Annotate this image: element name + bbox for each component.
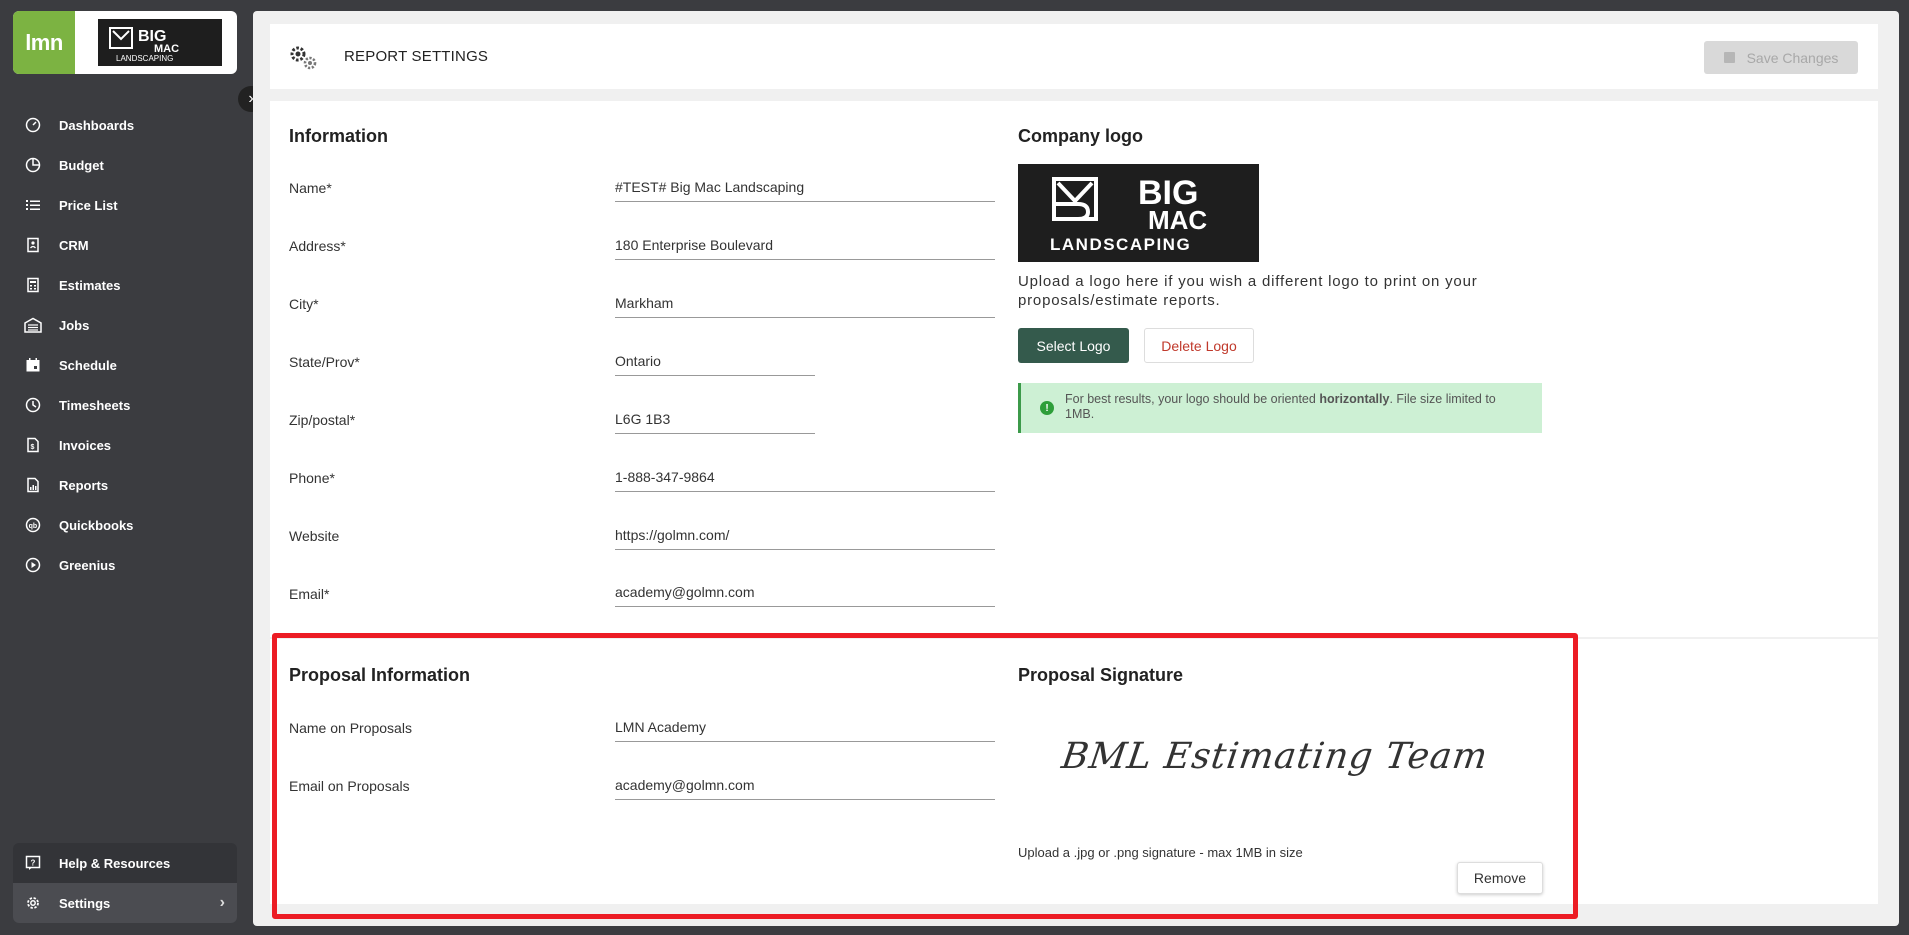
calculator-icon (24, 276, 42, 294)
phone-field[interactable]: 1-888-347-9864 (615, 469, 995, 492)
sidebar: lmn BIG MAC LANDSCAPING › Dashboards Bud… (0, 0, 264, 935)
logo-upload-instructions: Upload a logo here if you wish a differe… (1018, 273, 1478, 309)
sidebar-item-label: Invoices (59, 437, 112, 453)
proposal-information-title: Proposal Information (289, 665, 471, 685)
sidebar-item-estimates[interactable]: Estimates (0, 265, 253, 305)
sidebar-item-label: Timesheets (59, 397, 131, 413)
svg-text:?: ? (31, 859, 36, 868)
sidebar-item-label: Budget (59, 157, 104, 173)
logo-notice-text: For best results, your logo should be or… (1065, 392, 1505, 422)
address-field[interactable]: 180 Enterprise Boulevard (615, 237, 995, 260)
company-logo-small-line3: LANDSCAPING (116, 54, 173, 63)
sidebar-item-budget[interactable]: Budget (0, 145, 253, 185)
sidebar-item-label: Settings (59, 895, 111, 911)
sidebar-item-label: Dashboards (59, 117, 135, 133)
clock-icon (24, 396, 42, 414)
signature-image: BML Estimating Team (1059, 736, 1491, 777)
sidebar-item-label: Estimates (59, 277, 121, 293)
section-divider (270, 637, 1878, 639)
information-title: Information (289, 126, 388, 146)
sidebar-item-settings[interactable]: Settings › (13, 883, 237, 923)
sidebar-item-label: Price List (59, 197, 118, 213)
sidebar-bottom-nav: ? Help & Resources Settings › (13, 843, 237, 923)
svg-text:qb: qb (29, 523, 38, 530)
website-label: Website (289, 528, 340, 544)
dashboard-icon (24, 116, 42, 134)
email-on-proposals-label: Email on Proposals (289, 778, 410, 794)
logo-box: lmn BIG MAC LANDSCAPING (13, 11, 237, 74)
page-title: REPORT SETTINGS (344, 48, 489, 65)
phone-label: Phone* (289, 470, 335, 486)
contacts-icon (24, 236, 42, 254)
sidebar-item-dashboards[interactable]: Dashboards (0, 105, 253, 145)
logo-notice: ! For best results, your logo should be … (1018, 383, 1542, 433)
email-field[interactable]: academy@golmn.com (615, 584, 995, 607)
invoice-icon: $ (24, 436, 42, 454)
email-on-proposals-field[interactable]: academy@golmn.com (615, 777, 995, 800)
save-disk-icon (1723, 52, 1735, 63)
play-icon (24, 556, 42, 574)
name-label: Name* (289, 180, 332, 196)
page-header: REPORT SETTINGS Save Changes (270, 24, 1878, 89)
garage-icon (24, 316, 42, 334)
calendar-icon (24, 356, 42, 374)
signature-upload-hint: Upload a .jpg or .png signature - max 1M… (1018, 845, 1303, 860)
sidebar-item-invoices[interactable]: $ Invoices (0, 425, 253, 465)
company-logo-line3: LANDSCAPING (1050, 235, 1191, 254)
svg-text:$: $ (31, 444, 35, 451)
save-changes-button[interactable]: Save Changes (1704, 41, 1858, 74)
help-icon: ? (24, 854, 42, 872)
sidebar-item-timesheets[interactable]: Timesheets (0, 385, 253, 425)
sidebar-item-label: Schedule (59, 357, 117, 373)
sidebar-item-label: Greenius (59, 557, 116, 573)
sidebar-item-price-list[interactable]: Price List (0, 185, 253, 225)
sidebar-item-label: Help & Resources (59, 855, 171, 871)
zip-field[interactable]: L6G 1B3 (615, 411, 815, 434)
quickbooks-icon: qb (24, 516, 42, 534)
select-logo-button[interactable]: Select Logo (1018, 328, 1129, 363)
company-logo-small: BIG MAC LANDSCAPING (98, 19, 222, 66)
gear-icon (24, 894, 42, 912)
sidebar-item-label: Quickbooks (59, 517, 134, 533)
list-icon (24, 196, 42, 214)
city-field[interactable]: Markham (615, 295, 995, 318)
sidebar-item-greenius[interactable]: Greenius (0, 545, 253, 585)
address-label: Address* (289, 238, 346, 254)
sidebar-nav: Dashboards Budget Price List CRM Estimat… (0, 105, 253, 585)
name-on-proposals-field[interactable]: LMN Academy (615, 719, 995, 742)
sidebar-item-quickbooks[interactable]: qb Quickbooks (0, 505, 253, 545)
state-label: State/Prov* (289, 354, 360, 370)
city-label: City* (289, 296, 319, 312)
settings-gears-icon (286, 44, 326, 79)
name-on-proposals-label: Name on Proposals (289, 720, 412, 736)
name-field[interactable]: #TEST# Big Mac Landscaping (615, 179, 995, 202)
email-label: Email* (289, 586, 330, 602)
sidebar-item-label: CRM (59, 237, 89, 253)
proposal-signature-title: Proposal Signature (1018, 665, 1184, 685)
company-logo-title: Company logo (1018, 126, 1143, 146)
state-field[interactable]: Ontario (615, 353, 815, 376)
company-logo-line2: MAC (1148, 205, 1207, 235)
sidebar-item-help[interactable]: ? Help & Resources (13, 843, 237, 883)
notice-text-bold: horizontally (1319, 392, 1390, 406)
sidebar-item-crm[interactable]: CRM (0, 225, 253, 265)
sidebar-item-reports[interactable]: Reports (0, 465, 253, 505)
lmn-logo[interactable]: lmn (13, 11, 75, 74)
info-icon: ! (1040, 401, 1054, 415)
zip-label: Zip/postal* (289, 412, 356, 428)
notice-text-prefix: For best results, your logo should be or… (1065, 392, 1320, 406)
save-changes-label: Save Changes (1746, 49, 1839, 66)
website-field[interactable]: https://golmn.com/ (615, 527, 995, 550)
sidebar-item-label: Reports (59, 477, 109, 493)
report-icon (24, 476, 42, 494)
remove-signature-button[interactable]: Remove (1457, 862, 1543, 894)
pie-chart-icon (24, 156, 42, 174)
chevron-right-icon: › (219, 894, 225, 911)
sidebar-item-label: Jobs (59, 317, 90, 333)
company-logo-image: BIG MAC LANDSCAPING (1018, 164, 1259, 262)
sidebar-item-schedule[interactable]: Schedule (0, 345, 253, 385)
sidebar-item-jobs[interactable]: Jobs (0, 305, 253, 345)
delete-logo-button[interactable]: Delete Logo (1144, 328, 1254, 363)
